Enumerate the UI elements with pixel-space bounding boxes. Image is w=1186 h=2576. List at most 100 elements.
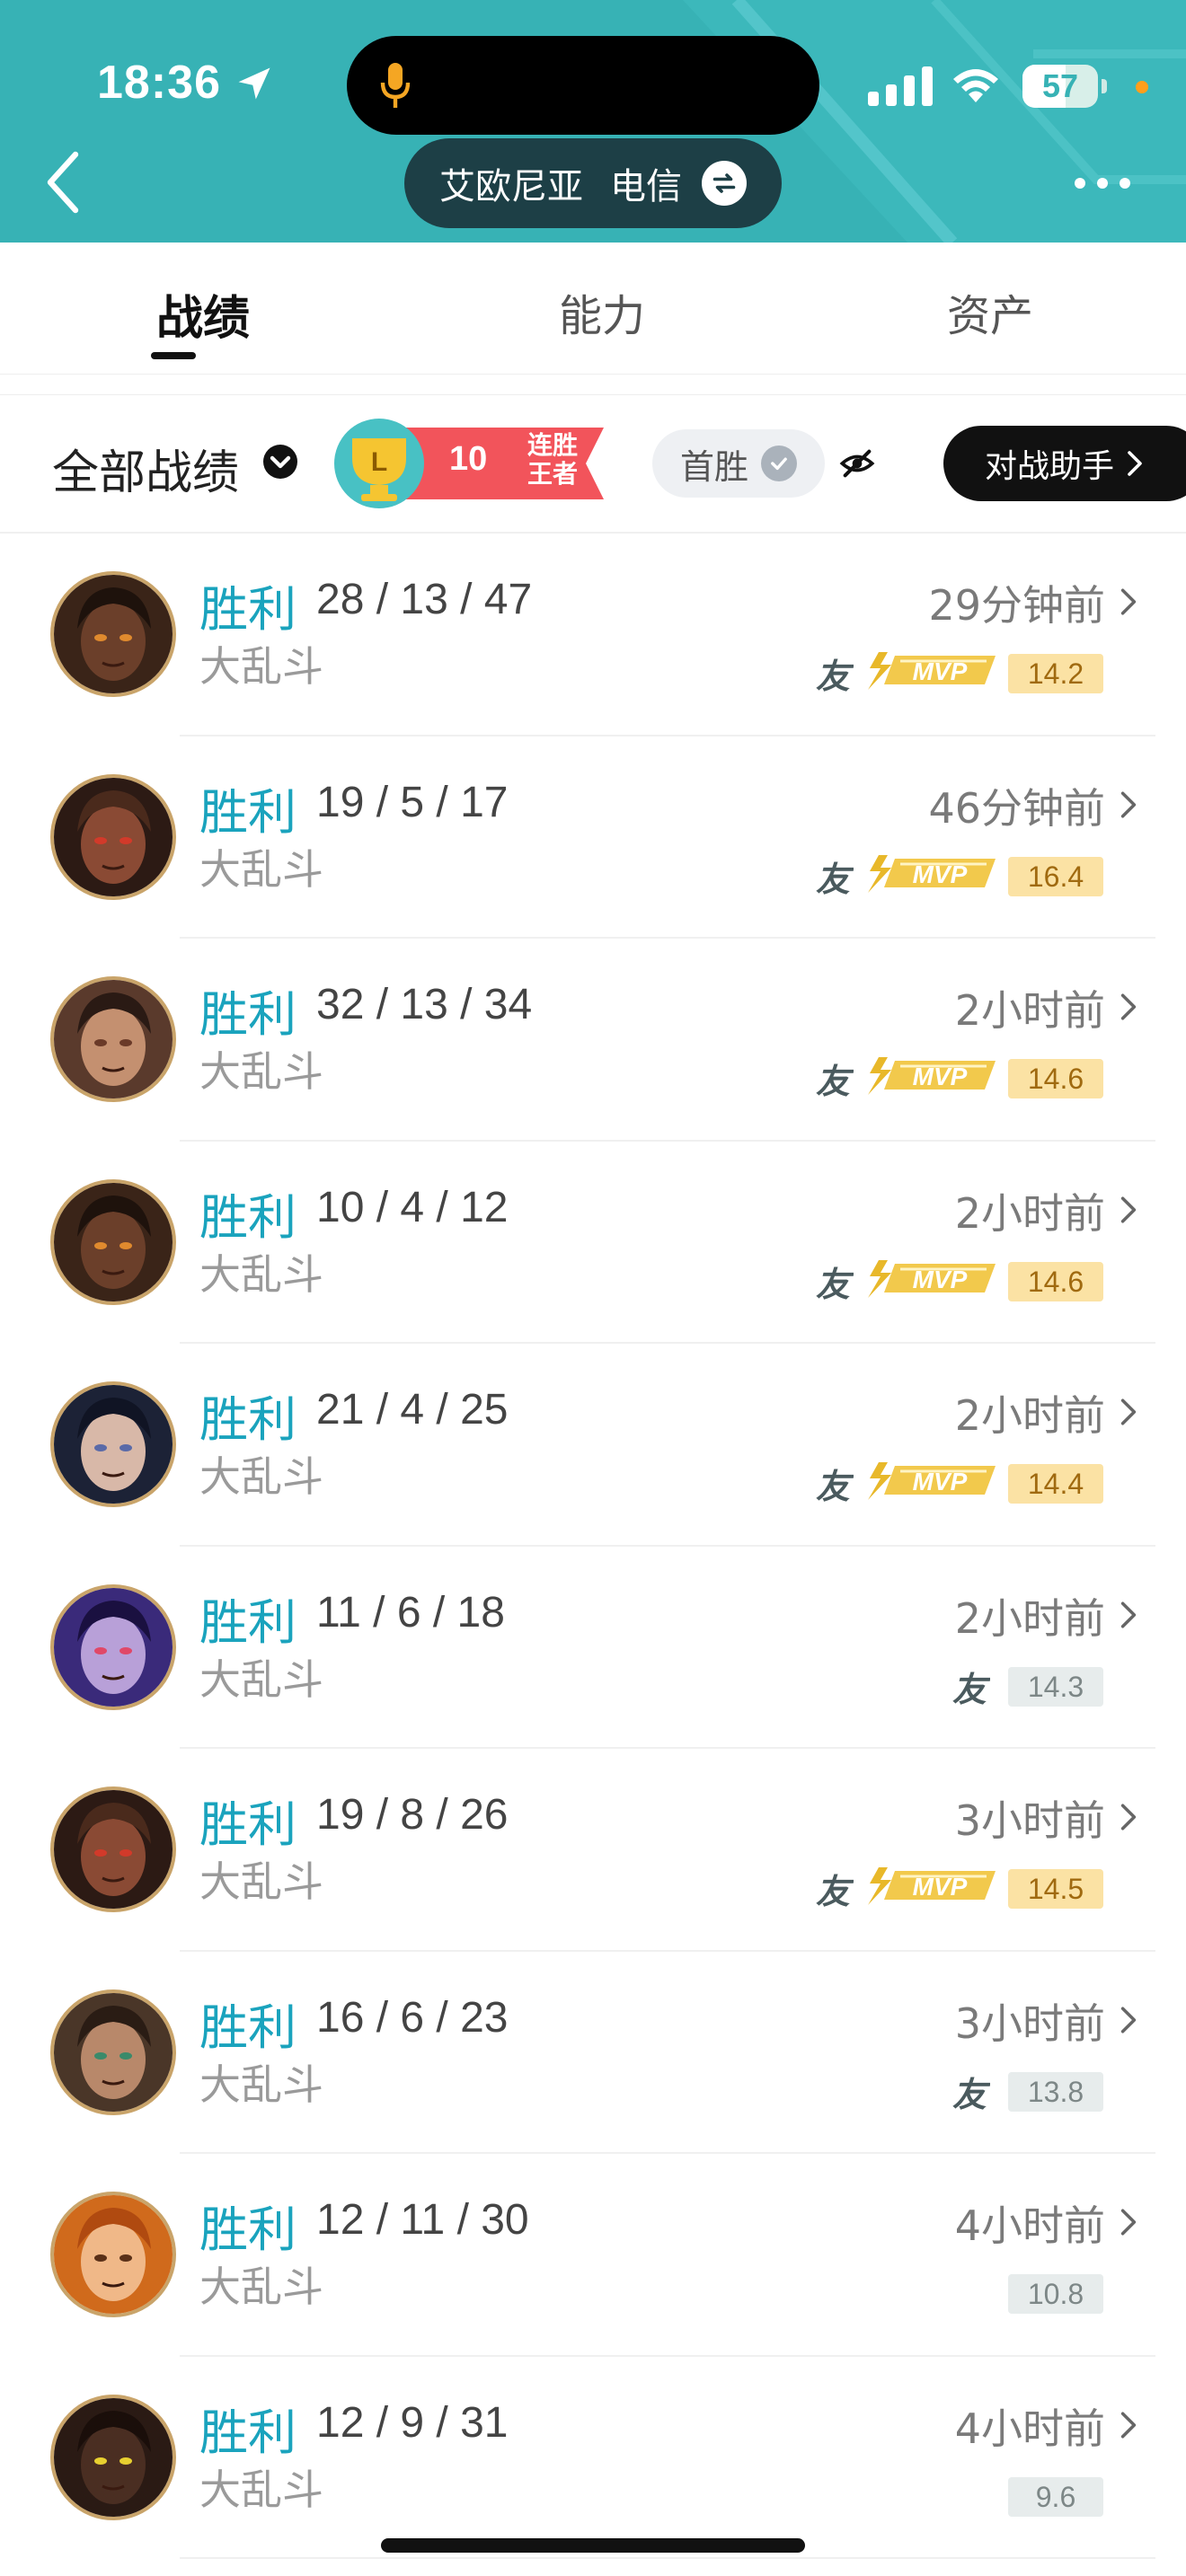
match-result: 胜利 (199, 1188, 296, 1246)
mvp-badge-icon: MVP (868, 854, 996, 893)
tab-ability[interactable]: 能力 (494, 280, 710, 343)
match-row[interactable]: 胜利 11 / 6 / 18 大乱斗 2小时前 友 14.3 (0, 1547, 1186, 1749)
friend-team-icon: 友 (816, 1062, 854, 1101)
record-filter-dropdown[interactable]: 全部战绩 (52, 435, 239, 502)
server-switcher[interactable]: 艾欧尼亚 电信 (404, 138, 782, 228)
mvp-icon: MVP (861, 645, 997, 699)
dropdown-caret-icon[interactable] (262, 444, 298, 480)
friend-glyph: 友 (816, 860, 854, 898)
match-row[interactable]: 胜利 19 / 8 / 26 大乱斗 3小时前 友 MVP 14.5 (0, 1749, 1186, 1952)
match-row[interactable]: 胜利 12 / 11 / 30 大乱斗 4小时前 10.8 (0, 2154, 1186, 2357)
mvp-badge-icon: MVP (868, 1867, 996, 1905)
match-kda: 12 / 11 / 30 (316, 2196, 529, 2244)
tab-assets[interactable]: 资产 (882, 280, 1098, 343)
match-time: 2小时前 (954, 986, 1105, 1035)
match-row[interactable]: 胜利 21 / 4 / 25 大乱斗 2小时前 友 MVP 14.4 (0, 1344, 1186, 1547)
home-indicator (381, 2538, 805, 2553)
match-kda: 16 / 6 / 23 (316, 1993, 509, 2042)
match-mode: 大乱斗 (199, 1452, 323, 1501)
battle-assistant-button[interactable]: 对战助手 (943, 426, 1186, 501)
mvp-badge-icon: MVP (868, 1057, 996, 1095)
match-mode: 大乱斗 (199, 2465, 323, 2514)
hero-monkey-portrait (54, 1790, 173, 1909)
friend-glyph: 友 (816, 1062, 854, 1100)
switch-server-icon (702, 161, 747, 206)
match-time: 46分钟前 (928, 783, 1105, 833)
match-result: 胜利 (199, 986, 296, 1043)
hero-man-portrait (54, 980, 173, 1098)
match-result: 胜利 (199, 1998, 296, 2056)
friend-icon: 友 (812, 1059, 854, 1101)
match-kda: 19 / 8 / 26 (316, 1791, 509, 1839)
match-mode: 大乱斗 (199, 1857, 323, 1906)
match-time: 29分钟前 (928, 581, 1105, 630)
hero-avatar (50, 1584, 176, 1710)
mvp-icon: MVP (861, 1860, 997, 1914)
match-kda: 19 / 5 / 17 (316, 778, 509, 826)
first-win-label: 首胜 (679, 446, 748, 487)
match-history-list: 胜利 28 / 13 / 47 大乱斗 29分钟前 友 MVP 14.2 胜利 … (0, 534, 1186, 2559)
match-score: 13.8 (1008, 2071, 1103, 2112)
battery-indicator: 57 (1022, 65, 1098, 108)
match-time: 2小时前 (954, 1391, 1105, 1440)
match-row[interactable]: 胜利 12 / 9 / 31 大乱斗 4小时前 9.6 (0, 2357, 1186, 2559)
chevron-right-icon (1120, 2209, 1137, 2236)
match-time: 2小时前 (954, 1593, 1105, 1643)
hero-purple-portrait (54, 1587, 173, 1707)
hero-dark-skin-portrait (54, 575, 173, 693)
mvp-icon: MVP (861, 1455, 997, 1509)
match-score: 10.8 (1008, 2274, 1103, 2314)
filter-bar: 全部战绩 L 10 连胜 王者 首胜 对战助手 (0, 395, 1186, 534)
hero-avatar (50, 773, 176, 900)
tab-bar: 战绩 能力 资产 (0, 243, 1186, 374)
friend-glyph: 友 (952, 1670, 990, 1708)
friend-glyph: 友 (816, 1872, 854, 1910)
hero-avatar (50, 976, 176, 1102)
match-result: 胜利 (199, 783, 296, 841)
cellular-signal-icon (868, 66, 933, 106)
check-icon (761, 446, 797, 481)
battery-percent: 57 (1041, 67, 1079, 104)
privacy-indicator-dot (1136, 81, 1148, 93)
match-time: 2小时前 (954, 1188, 1105, 1238)
back-chevron-icon[interactable] (45, 151, 81, 214)
hero-avatar (50, 2394, 176, 2520)
streak-title: 连胜 王者 (516, 431, 589, 489)
match-time: 4小时前 (954, 2404, 1105, 2453)
hero-avatar (50, 1381, 176, 1507)
match-score: 14.6 (1008, 1261, 1103, 1301)
row-divider (180, 2557, 1155, 2559)
friend-team-icon: 友 (952, 1670, 991, 1709)
streak-badge-letter: L (371, 447, 387, 477)
match-row[interactable]: 胜利 32 / 13 / 34 大乱斗 2小时前 友 MVP 14.6 (0, 939, 1186, 1142)
friend-icon: 友 (949, 2072, 991, 2114)
hero-woman-portrait (54, 1992, 173, 2112)
chevron-right-icon (1120, 1601, 1137, 1628)
server-region: 艾欧尼亚 (439, 166, 583, 207)
hero-avatar (50, 1786, 176, 1912)
friend-team-icon: 友 (816, 860, 854, 899)
chevron-right-icon (1128, 451, 1142, 476)
match-kda: 21 / 4 / 25 (316, 1386, 509, 1434)
match-row[interactable]: 胜利 28 / 13 / 47 大乱斗 29分钟前 友 MVP 14.2 (0, 534, 1186, 737)
more-options-icon[interactable] (1071, 174, 1134, 192)
match-row[interactable]: 胜利 10 / 4 / 12 大乱斗 2小时前 友 MVP 14.6 (0, 1142, 1186, 1344)
friend-icon: 友 (812, 1464, 854, 1506)
mvp-icon: MVP (861, 1050, 997, 1104)
server-isp: 电信 (610, 166, 682, 207)
match-score: 9.6 (1008, 2476, 1103, 2517)
tab-records[interactable]: 战绩 (95, 280, 311, 348)
match-row[interactable]: 胜利 19 / 5 / 17 大乱斗 46分钟前 友 MVP 16.4 (0, 737, 1186, 939)
friend-glyph: 友 (816, 657, 854, 695)
chevron-right-icon (1120, 1195, 1137, 1223)
hero-avatar (50, 2192, 176, 2317)
eye-hidden-icon[interactable] (839, 446, 875, 481)
first-win-chip[interactable]: 首胜 (652, 429, 825, 498)
status-time: 18:36 (97, 57, 221, 109)
streak-title-line2: 王者 (527, 459, 578, 489)
hero-hat-woman-portrait (54, 1385, 173, 1504)
match-kda: 10 / 4 / 12 (316, 1183, 509, 1231)
match-row[interactable]: 胜利 16 / 6 / 23 大乱斗 3小时前 友 13.8 (0, 1952, 1186, 2154)
friend-icon: 友 (812, 857, 854, 899)
hero-avatar (50, 571, 176, 697)
